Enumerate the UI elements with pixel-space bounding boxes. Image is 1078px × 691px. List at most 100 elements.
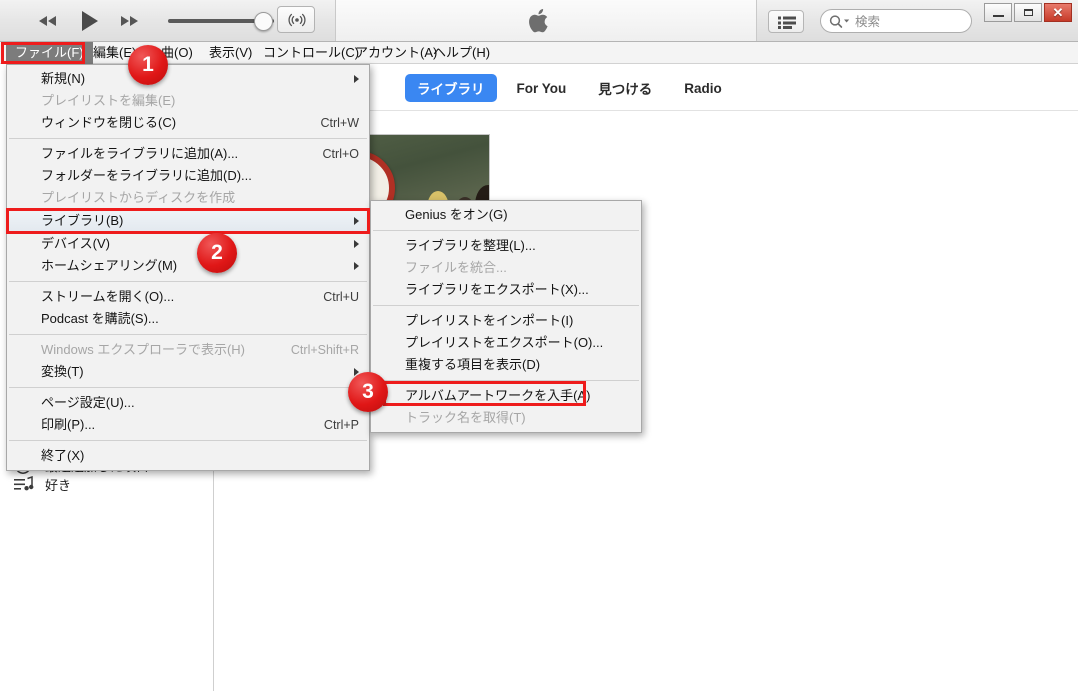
tab-2[interactable]: 見つける — [586, 74, 664, 102]
submenu-item-7[interactable]: プレイリストをエクスポート(O)... — [371, 332, 641, 354]
airplay-button[interactable] — [277, 6, 315, 33]
close-button[interactable]: ✕ — [1044, 3, 1072, 22]
submenu-item-6[interactable]: プレイリストをインポート(I) — [371, 310, 641, 332]
submenu-arrow-icon — [354, 262, 359, 270]
menu-item-label: プレイリストからディスクを作成 — [41, 190, 236, 205]
menu-separator — [9, 281, 367, 282]
menu-item-20[interactable]: 終了(X) — [7, 445, 369, 467]
next-button[interactable] — [114, 9, 140, 33]
minimize-button[interactable] — [984, 3, 1012, 22]
menu-item-7[interactable]: ライブラリ(B) — [7, 209, 369, 233]
menu-item-label: 印刷(P)... — [41, 417, 96, 432]
tab-3[interactable]: Radio — [672, 77, 734, 100]
menu-item-4[interactable]: ファイルをライブラリに追加(A)... Ctrl+O — [7, 143, 369, 165]
tab-0[interactable]: ライブラリ — [405, 74, 497, 102]
menubar-item-0[interactable]: ファイル(F) — [6, 42, 93, 64]
step-badge-1: 1 — [128, 45, 168, 85]
menu-item-label: Windows エクスプローラで表示(H) — [41, 342, 246, 357]
close-icon: ✕ — [1052, 4, 1064, 20]
submenu-item-3: ファイルを統合... — [371, 257, 641, 279]
previous-button[interactable] — [38, 9, 64, 33]
airplay-icon — [288, 13, 306, 27]
play-icon — [76, 8, 102, 34]
play-button[interactable] — [76, 8, 102, 34]
submenu-item-0[interactable]: Genius をオン(G) — [371, 204, 641, 226]
menu-item-18[interactable]: 印刷(P)... Ctrl+P — [7, 414, 369, 436]
menu-separator — [9, 387, 367, 388]
menu-item-9[interactable]: ホームシェアリング(M) — [7, 255, 369, 277]
menu-item-label: Genius をオン(G) — [405, 207, 508, 222]
menu-separator — [373, 380, 639, 381]
tab-1[interactable]: For You — [505, 77, 579, 100]
transport-controls — [38, 8, 140, 34]
search-icon — [829, 15, 850, 28]
apple-logo-icon — [529, 9, 548, 33]
menu-item-shortcut: Ctrl+U — [323, 290, 359, 304]
submenu-item-8[interactable]: 重複する項目を表示(D) — [371, 354, 641, 376]
rewind-icon — [38, 9, 64, 33]
menu-item-label: トラック名を取得(T) — [405, 410, 526, 425]
menu-separator — [9, 334, 367, 335]
menu-item-label: プレイリストをインポート(I) — [405, 313, 574, 328]
volume-knob[interactable] — [254, 12, 273, 31]
menu-item-label: 新規(N) — [41, 71, 86, 86]
menu-item-shortcut: Ctrl+P — [323, 418, 359, 432]
menu-item-15[interactable]: 変換(T) — [7, 361, 369, 383]
menu-item-17[interactable]: ページ設定(U)... — [7, 392, 369, 414]
list-view-button[interactable] — [768, 10, 804, 33]
menu-item-label: ライブラリをエクスポート(X)... — [405, 282, 589, 297]
menu-item-label: プレイリストを編集(E) — [41, 93, 176, 108]
menu-item-label: フォルダーをライブラリに追加(D)... — [41, 168, 252, 183]
window-title-bar: 検索 ✕ — [0, 0, 1078, 42]
sidebar-item-label: 好き — [45, 478, 72, 493]
menu-item-label: ファイルを統合... — [405, 260, 507, 275]
menu-item-label: Podcast を購読(S)... — [41, 311, 159, 326]
library-submenu: Genius をオン(G) ライブラリを整理(L)... ファイルを統合... ライブ… — [370, 200, 642, 433]
menu-separator — [9, 138, 367, 139]
step-badge-3: 3 — [348, 372, 388, 412]
menu-item-label: デバイス(V) — [41, 236, 110, 251]
menu-item-label: プレイリストをエクスポート(O)... — [405, 335, 604, 350]
content-tab-bar: ライブラリ For You 見つける Radio — [405, 74, 734, 102]
menu-item-2[interactable]: ウィンドウを閉じる(C) Ctrl+W — [7, 112, 369, 134]
maximize-button[interactable] — [1014, 3, 1042, 22]
submenu-item-10[interactable]: アルバムアートワークを入手(A) — [371, 385, 641, 407]
menu-item-label: ページ設定(U)... — [41, 395, 135, 410]
step-badge-2: 2 — [197, 233, 237, 273]
menu-separator — [373, 230, 639, 231]
menu-item-label: ライブラリを整理(L)... — [405, 238, 536, 253]
menu-item-label: ウィンドウを閉じる(C) — [41, 115, 177, 130]
menu-item-label: アルバムアートワークを入手(A) — [405, 388, 591, 403]
submenu-item-11: トラック名を取得(T) — [371, 407, 641, 429]
menu-separator — [9, 440, 367, 441]
menu-item-shortcut: Ctrl+W — [320, 116, 359, 130]
file-dropdown-menu: 新規(N) プレイリストを編集(E) ウィンドウを閉じる(C) Ctrl+W ファイルを… — [6, 64, 370, 471]
menubar-item-6[interactable]: ヘルプ(H) — [424, 42, 499, 64]
menu-item-6: プレイリストからディスクを作成 — [7, 187, 369, 209]
submenu-item-2[interactable]: ライブラリを整理(L)... — [371, 235, 641, 257]
menu-item-5[interactable]: フォルダーをライブラリに追加(D)... — [7, 165, 369, 187]
menu-item-shortcut: Ctrl+O — [322, 147, 359, 161]
list-icon — [778, 16, 796, 29]
menu-item-label: 重複する項目を表示(D) — [405, 357, 541, 372]
menu-separator — [373, 305, 639, 306]
menu-item-shortcut: Ctrl+Shift+R — [290, 343, 359, 357]
menu-item-11[interactable]: ストリームを開く(O)... Ctrl+U — [7, 286, 369, 308]
menu-item-label: ストリームを開く(O)... — [41, 289, 175, 304]
menu-item-12[interactable]: Podcast を購読(S)... — [7, 308, 369, 330]
menu-item-1: プレイリストを編集(E) — [7, 90, 369, 112]
submenu-arrow-icon — [354, 75, 359, 83]
submenu-item-4[interactable]: ライブラリをエクスポート(X)... — [371, 279, 641, 301]
menu-item-label: ライブラリ(B) — [41, 213, 124, 228]
menu-item-0[interactable]: 新規(N) — [7, 68, 369, 90]
window-controls: ✕ — [984, 3, 1072, 22]
menu-item-14: Windows エクスプローラで表示(H) Ctrl+Shift+R — [7, 339, 369, 361]
search-input[interactable]: 検索 — [820, 9, 972, 33]
menubar-item-3[interactable]: 表示(V) — [200, 42, 261, 64]
fast-forward-icon — [114, 9, 140, 33]
sidebar-item-1[interactable]: 好き — [14, 475, 71, 494]
volume-slider[interactable] — [168, 12, 274, 31]
search-placeholder: 検索 — [855, 15, 881, 29]
menu-item-8[interactable]: デバイス(V) — [7, 233, 369, 255]
submenu-arrow-icon — [354, 217, 359, 225]
